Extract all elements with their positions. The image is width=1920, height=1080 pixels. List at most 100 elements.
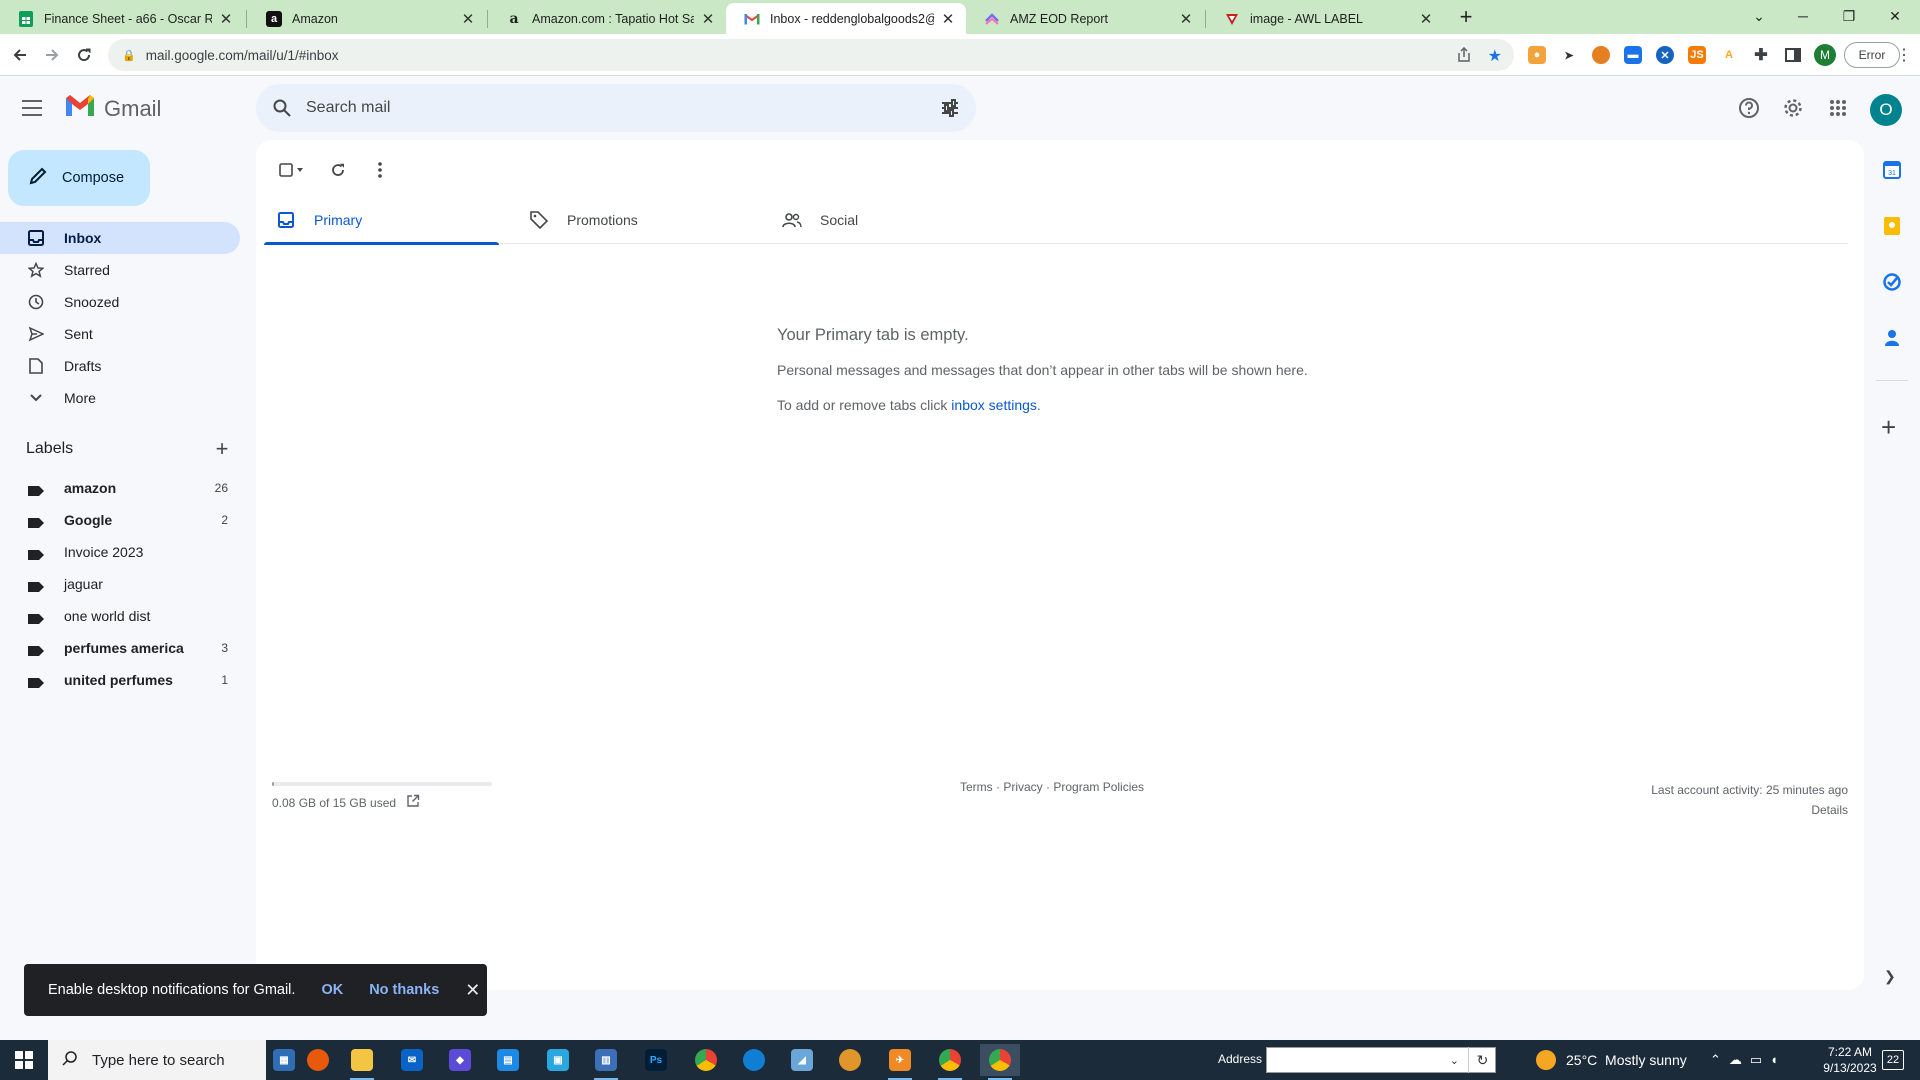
inbox-settings-link[interactable]: inbox settings bbox=[951, 397, 1037, 413]
label-item-invoice-2023[interactable]: Invoice 2023 bbox=[0, 536, 240, 568]
extension-icon[interactable]: ➤ bbox=[1560, 46, 1578, 64]
basketball-app-icon[interactable] bbox=[298, 1044, 338, 1076]
get-add-ons-icon[interactable]: + bbox=[1881, 412, 1896, 443]
back-arrow-icon[interactable] bbox=[8, 43, 32, 67]
program-policies-link[interactable]: Program Policies bbox=[1053, 780, 1144, 794]
more-vert-icon[interactable]: ⋮ bbox=[1896, 45, 1912, 65]
restore-button[interactable]: ❐ bbox=[1826, 0, 1872, 32]
open-in-new-icon[interactable] bbox=[406, 794, 420, 811]
close-icon[interactable]: ✕ bbox=[218, 10, 234, 28]
store-app-icon[interactable]: ▤ bbox=[488, 1044, 528, 1076]
browser-tab-amazon-tapatio[interactable]: a Amazon.com : Tapatio Hot Sauce ✕ bbox=[488, 3, 726, 34]
extension-icon[interactable]: ▬ bbox=[1624, 46, 1642, 64]
share-icon[interactable] bbox=[1456, 46, 1472, 66]
settings-gear-icon[interactable] bbox=[1779, 94, 1807, 122]
sidebar-item-sent[interactable]: Sent bbox=[0, 318, 240, 350]
sidebar-item-snoozed[interactable]: Snoozed bbox=[0, 286, 240, 318]
mail-app-icon[interactable]: ✉ bbox=[392, 1044, 432, 1076]
search-options-icon[interactable] bbox=[938, 96, 962, 120]
address-toolbar-input[interactable]: ⌄ bbox=[1266, 1047, 1496, 1073]
photoshop-icon[interactable]: Ps bbox=[636, 1044, 676, 1076]
app-icon[interactable]: ✈ bbox=[880, 1044, 920, 1080]
puzzle-icon[interactable]: ✚ bbox=[1752, 46, 1770, 64]
label-item-one-world-dist[interactable]: one world dist bbox=[0, 600, 240, 632]
chrome-icon[interactable] bbox=[980, 1044, 1020, 1080]
tab-primary[interactable]: Primary bbox=[264, 196, 499, 245]
weather-widget[interactable]: 25°C Mostly sunny bbox=[1536, 1040, 1687, 1080]
gmail-logo[interactable]: Gmail bbox=[64, 94, 161, 123]
privacy-link[interactable]: Privacy bbox=[1003, 780, 1042, 794]
extension-icon[interactable]: JS bbox=[1688, 46, 1706, 64]
calendar-icon[interactable]: 31 bbox=[1882, 160, 1902, 180]
account-avatar[interactable]: O bbox=[1870, 94, 1902, 126]
browser-tab-amazon[interactable]: a Amazon ✕ bbox=[248, 3, 486, 34]
go-refresh-icon[interactable]: ↻ bbox=[1468, 1047, 1496, 1073]
contacts-icon[interactable] bbox=[1882, 328, 1902, 348]
no-thanks-button[interactable]: No thanks bbox=[369, 982, 439, 998]
notification-center-badge[interactable]: 22 bbox=[1882, 1050, 1904, 1070]
more-vert-icon[interactable] bbox=[364, 154, 396, 186]
forward-arrow-icon[interactable] bbox=[40, 43, 64, 67]
refresh-icon[interactable] bbox=[322, 154, 354, 186]
select-all-checkbox[interactable] bbox=[272, 154, 312, 186]
extension-icon[interactable] bbox=[1592, 46, 1610, 64]
sidebar-item-starred[interactable]: Starred bbox=[0, 254, 240, 286]
close-icon[interactable]: ✕ bbox=[460, 10, 476, 28]
bookmark-star-icon[interactable]: ★ bbox=[1488, 46, 1502, 66]
browser-tab-gmail[interactable]: Inbox - reddenglobalgoods2@gm ✕ bbox=[726, 3, 966, 34]
error-button[interactable]: Error bbox=[1844, 42, 1900, 68]
label-item-united-perfumes[interactable]: united perfumes 1 bbox=[0, 664, 240, 696]
taskbar-clock[interactable]: 7:22 AM 9/13/2023 bbox=[1814, 1044, 1886, 1076]
activity-details-link[interactable]: Details bbox=[1651, 800, 1848, 820]
tab-social[interactable]: Social bbox=[770, 196, 1005, 244]
browser-tab-finance-sheet[interactable]: Finance Sheet - a66 - Oscar Redd ✕ bbox=[0, 3, 244, 34]
app-icon[interactable]: ◢ bbox=[782, 1044, 822, 1076]
chevron-right-icon[interactable]: ❯ bbox=[1884, 968, 1896, 985]
extension-icon[interactable]: A bbox=[1720, 46, 1738, 64]
reload-icon[interactable] bbox=[72, 43, 96, 67]
browser-tab-awl-label[interactable]: image - AWL LABEL ✕ bbox=[1206, 3, 1444, 34]
search-input[interactable] bbox=[306, 99, 906, 117]
close-icon[interactable]: ✕ bbox=[700, 10, 716, 28]
enable-notifications-ok-button[interactable]: OK bbox=[321, 982, 343, 998]
close-icon[interactable]: ✕ bbox=[940, 10, 956, 28]
close-icon[interactable]: ✕ bbox=[1178, 10, 1194, 28]
close-icon[interactable]: ✕ bbox=[465, 980, 480, 1001]
app-icon[interactable]: ▣ bbox=[538, 1044, 578, 1076]
profile-avatar[interactable]: M bbox=[1814, 44, 1836, 66]
close-icon[interactable]: ✕ bbox=[1418, 10, 1434, 28]
extension-icon[interactable]: ● bbox=[1528, 46, 1546, 64]
sidebar-item-inbox[interactable]: Inbox bbox=[0, 222, 240, 254]
new-tab-button[interactable]: + bbox=[1454, 6, 1478, 30]
google-apps-icon[interactable] bbox=[1824, 94, 1852, 122]
search-icon[interactable] bbox=[270, 96, 294, 120]
chrome-icon[interactable] bbox=[686, 1044, 726, 1076]
main-menu-icon[interactable] bbox=[20, 96, 44, 120]
calculator-icon[interactable]: ▥ bbox=[586, 1044, 626, 1080]
file-explorer-icon[interactable] bbox=[342, 1044, 382, 1080]
label-item-perfumes-america[interactable]: perfumes america 3 bbox=[0, 632, 240, 664]
tasks-icon[interactable] bbox=[1882, 272, 1902, 292]
sidebar-item-drafts[interactable]: Drafts bbox=[0, 350, 240, 382]
tab-promotions[interactable]: Promotions bbox=[517, 196, 752, 244]
edge-icon[interactable] bbox=[734, 1044, 774, 1076]
chrome-icon[interactable] bbox=[930, 1044, 970, 1080]
minimize-button[interactable]: ─ bbox=[1780, 0, 1826, 32]
browser-tab-amz-eod[interactable]: AMZ EOD Report ✕ bbox=[966, 3, 1204, 34]
close-window-button[interactable]: ✕ bbox=[1872, 0, 1918, 32]
windows-start-icon[interactable] bbox=[0, 1040, 48, 1080]
terms-link[interactable]: Terms bbox=[960, 780, 993, 794]
tab-search-icon[interactable]: ⌄ bbox=[1736, 0, 1782, 32]
keep-icon[interactable] bbox=[1882, 216, 1902, 236]
app-icon[interactable] bbox=[830, 1044, 870, 1076]
sidebar-item-more[interactable]: More bbox=[0, 382, 240, 414]
help-icon[interactable] bbox=[1735, 94, 1763, 122]
label-item-amazon[interactable]: amazon 26 bbox=[0, 472, 240, 504]
label-item-jaguar[interactable]: jaguar bbox=[0, 568, 240, 600]
compose-button[interactable]: Compose bbox=[8, 150, 150, 206]
side-panel-icon[interactable] bbox=[1784, 46, 1802, 64]
add-label-icon[interactable]: + bbox=[210, 438, 234, 462]
extension-icon[interactable]: ✕ bbox=[1656, 46, 1674, 64]
chevron-down-icon[interactable]: ⌄ bbox=[1450, 1054, 1459, 1067]
address-bar[interactable]: 🔒 mail.google.com/mail/u/1/#inbox ★ bbox=[108, 39, 1514, 71]
